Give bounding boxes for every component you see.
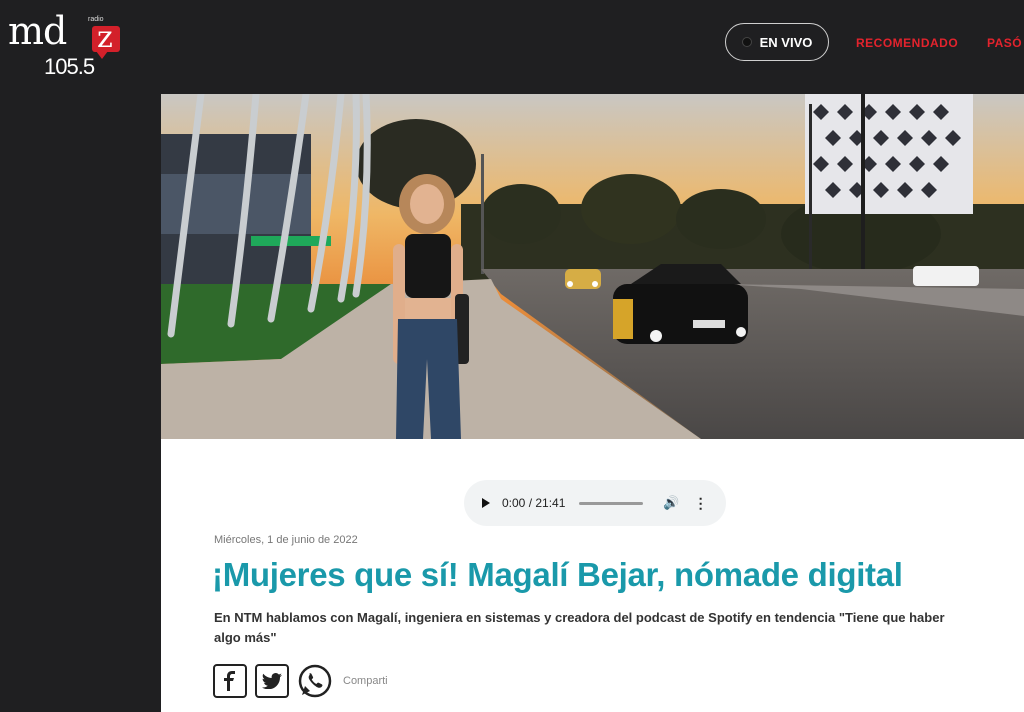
logo-frequency: 105.5 xyxy=(44,54,95,79)
article-title: ¡Mujeres que sí! Magalí Bejar, nómade di… xyxy=(212,556,903,593)
player-progress-track[interactable] xyxy=(579,501,644,505)
share-bar: Comparti xyxy=(213,663,388,699)
facebook-icon xyxy=(224,671,235,691)
live-button[interactable]: EN VIVO xyxy=(725,23,829,61)
more-icon[interactable]: ⋮ xyxy=(694,496,708,510)
article-subtitle: En NTM hablamos con Magalí, ingeniera en… xyxy=(214,610,945,645)
live-dot-icon xyxy=(741,37,752,47)
audio-player[interactable]: 0:00 / 21:41 🔊 ⋮ xyxy=(464,480,726,526)
mdz-radio-logo[interactable]: md radio z 105.5 xyxy=(8,9,120,80)
nav-recomendado[interactable]: RECOMENDADO xyxy=(856,36,958,50)
play-icon[interactable] xyxy=(482,498,490,508)
whatsapp-icon[interactable] xyxy=(297,663,333,699)
logo-brand-z: z xyxy=(97,20,113,55)
left-sidebar xyxy=(0,94,161,712)
article-date: Miércoles, 1 de junio de 2022 xyxy=(214,534,358,546)
logo-speech-bubble-icon: z xyxy=(92,20,120,59)
nav-paso[interactable]: PASÓ xyxy=(987,36,1022,50)
article-container: 0:00 / 21:41 🔊 ⋮ Miércoles, 1 de junio d… xyxy=(161,94,1024,712)
facebook-share-button[interactable] xyxy=(213,664,247,698)
volume-icon[interactable]: 🔊 xyxy=(663,495,679,511)
twitter-icon xyxy=(262,673,282,689)
share-label: Comparti xyxy=(343,675,388,687)
twitter-share-button[interactable] xyxy=(255,664,289,698)
logo-brand: md xyxy=(8,9,67,53)
hero-image xyxy=(161,94,1024,439)
player-time: 0:00 / 21:41 xyxy=(502,496,566,510)
live-label: EN VIVO xyxy=(759,34,813,50)
top-header: md radio z 105.5 EN VIVO RECOMENDADO PAS… xyxy=(0,0,1024,94)
